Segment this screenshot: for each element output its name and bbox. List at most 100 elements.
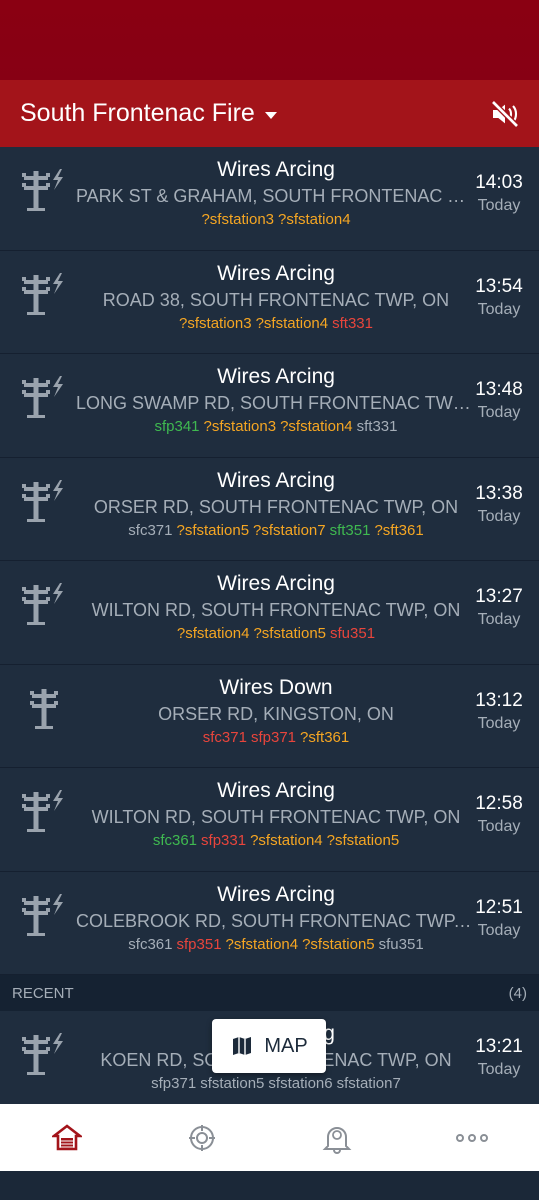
incident-clock: 13:21: [475, 1036, 523, 1057]
map-button-label: MAP: [264, 1034, 308, 1057]
incident-address: ORSER RD, SOUTH FRONTENAC TWP, ON: [93, 496, 459, 517]
unit-tags: sfp341 ?sfstation3 ?sfstation4 sft331: [76, 416, 476, 438]
power-line-spark-icon: [22, 479, 63, 522]
home-icon: [52, 1123, 83, 1150]
power-line-spark-icon: [22, 169, 63, 211]
incident-list[interactable]: Wires Arcing PARK ST & GRAHAM, SOUTH FRON…: [0, 147, 539, 1115]
incident-row[interactable]: Wires Arcing WILTON RD, SOUTH FRONTENAC T…: [0, 561, 539, 665]
unit-tag: sfp371: [250, 728, 297, 746]
unit-tags: sfc371 sfp371 ?sft361: [76, 727, 476, 749]
incident-address: WILTON RD, SOUTH FRONTENAC TWP, ON: [91, 807, 461, 827]
unit-tag: ?sfstation4: [176, 625, 250, 642]
unit-tag: ?sfstation5: [176, 521, 250, 539]
incident-clock: 13:27: [475, 586, 523, 607]
unit-tags: ?sfstation3 ?sfstation4: [76, 209, 476, 231]
unit-tags: ?sfstation4 ?sfstation5 sfu351: [76, 623, 476, 645]
power-line-spark-icon: [22, 893, 63, 936]
incident-address: LONG SWAMP RD, SOUTH FRONTENAC TWP, ON: [76, 393, 476, 413]
nav-more[interactable]: [404, 1104, 539, 1171]
incident-day: Today: [477, 197, 521, 214]
incident-content: Wires Arcing PARK ST & GRAHAM, SOUTH FRON…: [76, 157, 476, 231]
unit-tag: sfc371: [128, 521, 173, 539]
unit-tag: ?sfstation4: [250, 832, 323, 849]
unit-tag: ?sfstation3: [201, 211, 274, 228]
incident-clock: 13:12: [475, 689, 523, 711]
incident-time: 13:54 Today: [473, 275, 525, 321]
unit-tags: sfc361 sfp331 ?sfstation4 ?sfstation5: [76, 830, 476, 852]
nav-departments[interactable]: [135, 1104, 270, 1171]
incident-content: Wires Down ORSER RD, KINGSTON, ON sfc371 sf…: [76, 675, 476, 749]
power-line-spark-icon: [22, 790, 63, 832]
incident-row[interactable]: Wires Down ORSER RD, KINGSTON, ON sfc371 sf…: [0, 664, 539, 768]
unit-tag: sft331: [356, 418, 398, 435]
unit-tag: sfc361: [128, 935, 173, 953]
power-line-icon: [30, 688, 58, 729]
unit-tag: sfp371: [151, 1075, 197, 1092]
incident-day: Today: [477, 1061, 521, 1078]
power-line-spark-icon: [22, 376, 63, 418]
unit-tag: sfu351: [378, 935, 424, 953]
incident-address: PARK ST & GRAHAM, SOUTH FRONTENAC TWP, O…: [76, 186, 476, 206]
incident-time: 12:51 Today: [473, 896, 525, 942]
nav-home[interactable]: [0, 1104, 135, 1171]
system-nav-bar: [0, 1171, 539, 1200]
unit-tag: ?sfstation4: [278, 211, 351, 228]
incident-row[interactable]: Wires Arcing ROAD 38, SOUTH FRONTENAC TWP…: [0, 250, 539, 354]
more-icon: [455, 1133, 488, 1142]
unit-tag: ?sfstation3: [203, 418, 277, 435]
incident-row[interactable]: Wires Arcing COLEBROOK RD, SOUTH FRONTENA…: [0, 871, 539, 975]
unit-tags: sfc371 ?sfstation5 ?sfstation7 sft351 ?sft36…: [76, 520, 476, 542]
mute-icon[interactable]: [489, 98, 521, 130]
incident-address: ORSER RD, KINGSTON, ON: [158, 703, 394, 724]
unit-tag: sft331: [332, 314, 373, 332]
incident-clock: 14:03: [475, 172, 523, 193]
incident-title: Wires Arcing: [217, 882, 335, 906]
incident-clock: 13:54: [475, 275, 523, 297]
nav-alerts[interactable]: [270, 1104, 405, 1171]
incident-title: Wires Arcing: [217, 158, 335, 181]
unit-tag: sfstation7: [336, 1075, 401, 1092]
incident-day: Today: [477, 611, 521, 628]
unit-tag: sfstation5: [200, 1075, 265, 1092]
power-line-spark-icon: [22, 272, 63, 315]
unit-tag: sfc371: [202, 728, 247, 746]
unit-tag: sfc361: [152, 832, 198, 849]
incident-time: 12:58 Today: [473, 792, 525, 838]
incident-row[interactable]: Wires Arcing WILTON RD, SOUTH FRONTENAC T…: [0, 768, 539, 872]
app-bar: South Frontenac Fire: [0, 80, 539, 147]
unit-tag: ?sfstation4: [225, 935, 299, 953]
incident-time: 14:03 Today: [473, 171, 525, 217]
incident-clock: 13:48: [475, 379, 523, 400]
unit-tag: ?sfstation7: [253, 521, 326, 539]
incident-time: 13:48 Today: [473, 378, 525, 424]
incident-day: Today: [477, 818, 521, 835]
incident-address: WILTON RD, SOUTH FRONTENAC TWP, ON: [91, 600, 461, 620]
incident-clock: 13:38: [475, 482, 523, 504]
incident-title: Wires Arcing: [217, 779, 335, 802]
incident-row[interactable]: Wires Arcing LONG SWAMP RD, SOUTH FRONTEN…: [0, 354, 539, 458]
incident-day: Today: [477, 404, 521, 421]
incident-row[interactable]: Wires Arcing PARK ST & GRAHAM, SOUTH FRON…: [0, 147, 539, 251]
recent-label: RECENT: [12, 984, 74, 1002]
agency-selector[interactable]: South Frontenac Fire: [20, 99, 255, 128]
incident-address: ROAD 38, SOUTH FRONTENAC TWP, ON: [102, 289, 450, 310]
incident-time: 13:12 Today: [473, 689, 525, 735]
power-line-spark-icon: [22, 583, 63, 625]
unit-tag: sfp331: [201, 832, 247, 849]
incident-day: Today: [477, 921, 521, 939]
incident-title: Wires Arcing: [217, 365, 335, 388]
map-button[interactable]: MAP: [212, 1019, 326, 1073]
incident-time: 13:21 Today: [473, 1035, 525, 1081]
unit-tag: ?sfstation5: [302, 935, 375, 953]
map-icon: [233, 1037, 252, 1055]
incident-time: 13:38 Today: [473, 482, 525, 528]
incident-content: Wires Arcing WILTON RD, SOUTH FRONTENAC T…: [76, 778, 476, 852]
unit-tag: ?sfstation5: [253, 625, 327, 642]
incident-clock: 12:51: [475, 896, 523, 918]
incident-title: Wires Down: [219, 675, 333, 699]
caret-down-icon[interactable]: [264, 112, 277, 119]
unit-tags: ?sfstation3 ?sfstation4 sft331: [76, 313, 476, 335]
recent-section-header: RECENT (4): [0, 975, 539, 1011]
unit-tag: ?sfstation4: [280, 418, 353, 435]
incident-row[interactable]: Wires Arcing ORSER RD, SOUTH FRONTENAC TW…: [0, 457, 539, 561]
